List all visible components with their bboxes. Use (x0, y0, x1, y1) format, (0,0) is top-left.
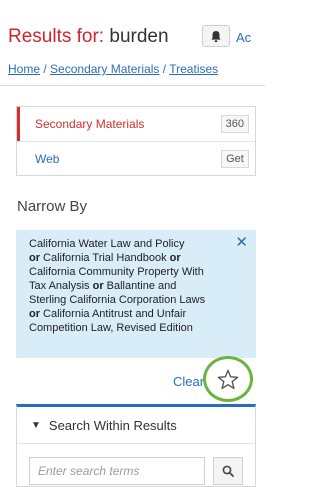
search-within-toggle[interactable]: ▼ Search Within Results (17, 407, 255, 444)
filter-line: Tax Analysis or Ballantine and (29, 279, 232, 293)
search-icon (222, 465, 234, 477)
filter-connector: or (29, 308, 40, 320)
filter-title: California Water Law and Policy (29, 238, 185, 250)
bell-icon (211, 30, 221, 42)
content-type-web[interactable]: Web Get (17, 141, 255, 175)
content-type-label: Secondary Materials (35, 117, 145, 131)
filter-line: California Water Law and Policy (29, 237, 232, 251)
filter-line: Sterling California Corporation Laws (29, 293, 232, 307)
search-query: burden (109, 26, 169, 47)
search-within-panel: ▼ Search Within Results (16, 404, 256, 487)
filter-text: California Water Law and Policy or Califo… (29, 237, 232, 335)
header-divider (0, 85, 265, 86)
search-input[interactable] (29, 457, 205, 485)
breadcrumb: Home / Secondary Materials / Treatises (8, 62, 218, 76)
breadcrumb-separator: / (162, 62, 167, 76)
save-filter-button[interactable] (203, 356, 253, 402)
results-for-label: Results for: (8, 26, 105, 47)
filter-title: California Trial Handbook (40, 252, 170, 264)
result-count-badge[interactable]: Get (221, 150, 249, 168)
close-icon[interactable]: ✕ (235, 235, 248, 250)
breadcrumb-secondary-materials[interactable]: Secondary Materials (50, 62, 159, 76)
filter-line: Competition Law, Revised Edition (29, 321, 232, 335)
selected-filter: California Water Law and Policy or Califo… (16, 230, 256, 358)
clear-filters-link[interactable]: Clear (173, 374, 204, 389)
breadcrumb-treatises[interactable]: Treatises (169, 62, 218, 76)
filter-connector: or (29, 252, 40, 264)
filter-title: Ballantine and (103, 280, 177, 292)
filter-connector: or (92, 280, 104, 292)
filter-line: or California Antitrust and Unfair (29, 307, 232, 321)
content-type-secondary-materials[interactable]: Secondary Materials 360 (17, 107, 255, 141)
truncated-header-link[interactable]: Ac (236, 30, 251, 45)
narrow-by-heading: Narrow By (17, 198, 88, 215)
search-button[interactable] (213, 457, 243, 485)
filter-title: Sterling California Corporation Laws (29, 294, 206, 306)
page-title: Results for: burden (8, 26, 169, 48)
content-type-list: Secondary Materials 360 Web Get (16, 106, 256, 176)
breadcrumb-separator: / (43, 62, 47, 76)
breadcrumb-home[interactable]: Home (8, 62, 40, 76)
filter-title: Tax Analysis (29, 280, 93, 292)
caret-down-icon: ▼ (31, 419, 41, 431)
filter-title: California Antitrust and Unfair (40, 308, 187, 320)
star-outline-icon (217, 369, 239, 389)
search-within-title: Search Within Results (48, 417, 177, 433)
content-type-label: Web (35, 151, 60, 166)
filter-connector: or (169, 252, 181, 264)
filter-title: California Community Property With (29, 266, 204, 278)
filter-title: Competition Law, Revised Edition (29, 322, 193, 334)
alert-button[interactable] (202, 25, 230, 47)
result-count-badge: 360 (220, 115, 249, 133)
filter-line: California Community Property With (29, 265, 232, 279)
filter-line: or California Trial Handbook or (29, 251, 232, 265)
